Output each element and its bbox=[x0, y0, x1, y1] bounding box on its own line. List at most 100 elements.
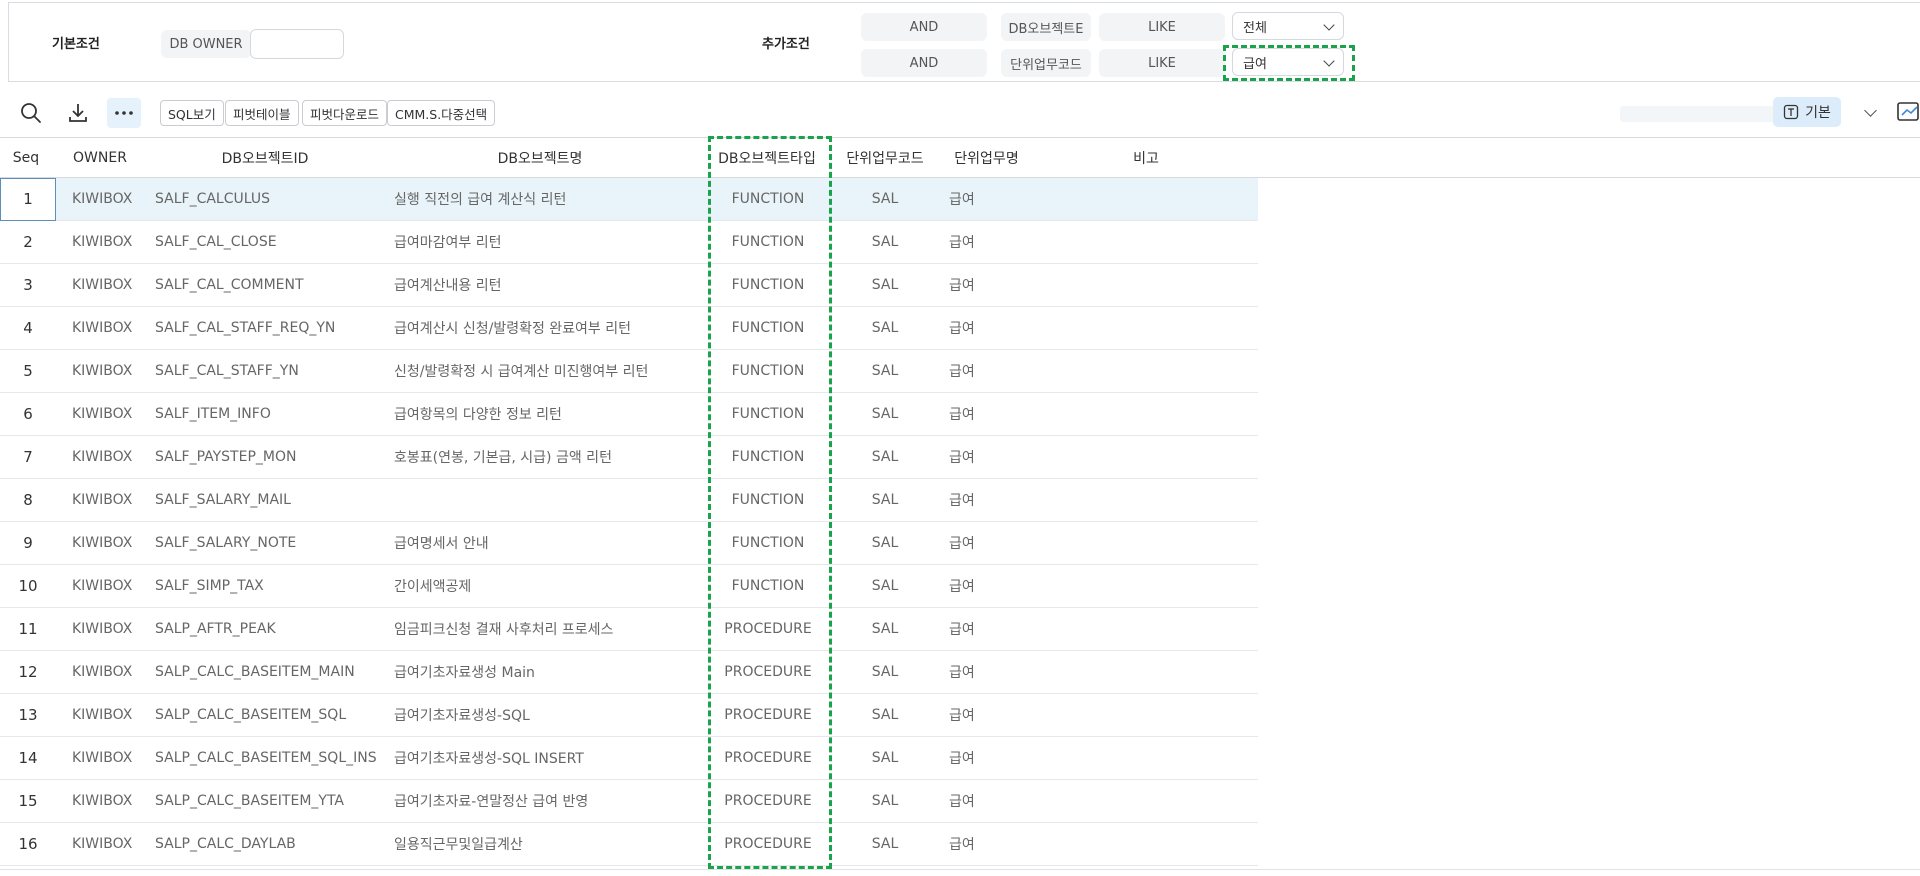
cell-note[interactable] bbox=[1100, 264, 1250, 306]
cell-owner[interactable]: KIWIBOX bbox=[72, 737, 152, 779]
cell-task-code[interactable]: SAL bbox=[835, 565, 935, 607]
cell-task-name[interactable]: 급여 bbox=[949, 393, 1029, 435]
cell-object-type[interactable]: FUNCTION bbox=[712, 393, 824, 435]
cell-object-id[interactable]: SALF_CAL_STAFF_REQ_YN bbox=[155, 307, 385, 349]
cell-object-type[interactable]: PROCEDURE bbox=[712, 651, 824, 693]
cell-object-id[interactable]: SALP_CALC_BASEITEM_MAIN bbox=[155, 651, 385, 693]
cell-object-name[interactable]: 급여기초자료생성-SQL bbox=[394, 694, 704, 736]
cell-note[interactable] bbox=[1100, 350, 1250, 392]
table-row[interactable]: 10 KIWIBOX SALF_SIMP_TAX 간이세액공제 FUNCTION SAL 급… bbox=[0, 565, 1258, 608]
cell-note[interactable] bbox=[1100, 479, 1250, 521]
cell-owner[interactable]: KIWIBOX bbox=[72, 694, 152, 736]
cell-note[interactable] bbox=[1100, 565, 1250, 607]
cell-object-name[interactable]: 급여명세서 안내 bbox=[394, 522, 704, 564]
cell-object-type[interactable]: FUNCTION bbox=[712, 436, 824, 478]
cell-object-type[interactable]: FUNCTION bbox=[712, 479, 824, 521]
condition-field-2[interactable]: 단위업무코드 bbox=[1001, 49, 1091, 77]
cell-owner[interactable]: KIWIBOX bbox=[72, 307, 152, 349]
cell-note[interactable] bbox=[1100, 737, 1250, 779]
cell-task-name[interactable]: 급여 bbox=[949, 823, 1029, 865]
cell-task-name[interactable]: 급여 bbox=[949, 479, 1029, 521]
cell-task-name[interactable]: 급여 bbox=[949, 694, 1029, 736]
cell-object-type[interactable]: FUNCTION bbox=[712, 178, 824, 220]
column-header-task-name[interactable]: 단위업무명 bbox=[944, 138, 1029, 178]
view-mode-button[interactable]: 기본 bbox=[1773, 97, 1841, 127]
cell-object-name[interactable]: 임금피크신청 결재 사후처리 프로세스 bbox=[394, 608, 704, 650]
cell-task-code[interactable]: SAL bbox=[835, 651, 935, 693]
more-icon[interactable] bbox=[107, 98, 141, 128]
pivot-download-button[interactable]: 피벗다운로드 bbox=[302, 100, 388, 126]
cell-object-id[interactable]: SALF_SIMP_TAX bbox=[155, 565, 385, 607]
condition-match-2[interactable]: LIKE bbox=[1099, 49, 1225, 77]
db-owner-input[interactable] bbox=[250, 29, 344, 59]
table-row[interactable]: 8 KIWIBOX SALF_SALARY_MAIL FUNCTION SAL 급여 bbox=[0, 479, 1258, 522]
cell-seq[interactable]: 13 bbox=[0, 694, 56, 736]
cell-task-code[interactable]: SAL bbox=[835, 221, 935, 263]
chart-icon[interactable] bbox=[1896, 100, 1920, 128]
cell-seq[interactable]: 14 bbox=[0, 737, 56, 779]
cell-object-type[interactable]: PROCEDURE bbox=[712, 608, 824, 650]
cell-note[interactable] bbox=[1100, 694, 1250, 736]
cell-object-id[interactable]: SALF_ITEM_INFO bbox=[155, 393, 385, 435]
cell-object-id[interactable]: SALP_CALC_BASEITEM_YTA bbox=[155, 780, 385, 822]
cell-object-id[interactable]: SALF_CALCULUS bbox=[155, 178, 385, 220]
table-row[interactable]: 4 KIWIBOX SALF_CAL_STAFF_REQ_YN 급여계산시 신청/발령… bbox=[0, 307, 1258, 350]
table-row[interactable]: 3 KIWIBOX SALF_CAL_COMMENT 급여계산내용 리턴 FUNCTIO… bbox=[0, 264, 1258, 307]
chevron-down-icon[interactable] bbox=[1864, 104, 1877, 117]
cell-object-id[interactable]: SALP_CALC_BASEITEM_SQL bbox=[155, 694, 385, 736]
cell-seq[interactable]: 7 bbox=[0, 436, 56, 478]
cell-note[interactable] bbox=[1100, 823, 1250, 865]
table-row[interactable]: 12 KIWIBOX SALP_CALC_BASEITEM_MAIN 급여기초자료생성… bbox=[0, 651, 1258, 694]
cell-object-name[interactable]: 간이세액공제 bbox=[394, 565, 704, 607]
condition-operator-2[interactable]: AND bbox=[861, 49, 987, 77]
cell-object-name[interactable]: 급여기초자료-연말정산 급여 반영 bbox=[394, 780, 704, 822]
search-icon[interactable] bbox=[14, 98, 48, 128]
cell-owner[interactable]: KIWIBOX bbox=[72, 780, 152, 822]
sql-view-button[interactable]: SQL보기 bbox=[160, 100, 224, 126]
cell-note[interactable] bbox=[1100, 221, 1250, 263]
table-row[interactable]: 2 KIWIBOX SALF_CAL_CLOSE 급여마감여부 리턴 FUNCTION S… bbox=[0, 221, 1258, 264]
cell-seq[interactable]: 11 bbox=[0, 608, 56, 650]
cell-owner[interactable]: KIWIBOX bbox=[72, 393, 152, 435]
cell-seq[interactable]: 5 bbox=[0, 350, 56, 392]
cell-note[interactable] bbox=[1100, 393, 1250, 435]
cell-task-name[interactable]: 급여 bbox=[949, 608, 1029, 650]
cell-object-id[interactable]: SALF_SALARY_MAIL bbox=[155, 479, 385, 521]
cell-owner[interactable]: KIWIBOX bbox=[72, 651, 152, 693]
cell-object-id[interactable]: SALP_AFTR_PEAK bbox=[155, 608, 385, 650]
condition-operator-1[interactable]: AND bbox=[861, 13, 987, 41]
cell-task-code[interactable]: SAL bbox=[835, 694, 935, 736]
table-row[interactable]: 15 KIWIBOX SALP_CALC_BASEITEM_YTA 급여기초자료-연말… bbox=[0, 780, 1258, 823]
condition-value-select-2[interactable]: 급여 bbox=[1232, 48, 1344, 76]
cell-object-type[interactable]: FUNCTION bbox=[712, 350, 824, 392]
cell-owner[interactable]: KIWIBOX bbox=[72, 350, 152, 392]
cell-task-name[interactable]: 급여 bbox=[949, 307, 1029, 349]
cell-owner[interactable]: KIWIBOX bbox=[72, 264, 152, 306]
cell-task-name[interactable]: 급여 bbox=[949, 178, 1029, 220]
cell-object-id[interactable]: SALF_CAL_STAFF_YN bbox=[155, 350, 385, 392]
column-header-object-name[interactable]: DB오브젝트명 bbox=[390, 138, 690, 178]
cell-object-id[interactable]: SALP_CALC_DAYLAB bbox=[155, 823, 385, 865]
cell-task-name[interactable]: 급여 bbox=[949, 436, 1029, 478]
cell-object-type[interactable]: FUNCTION bbox=[712, 264, 824, 306]
cell-object-name[interactable]: 급여기초자료생성-SQL INSERT bbox=[394, 737, 704, 779]
cell-object-type[interactable]: FUNCTION bbox=[712, 565, 824, 607]
cell-object-name[interactable]: 호봉표(연봉, 기본급, 시급) 금액 리턴 bbox=[394, 436, 704, 478]
cell-task-name[interactable]: 급여 bbox=[949, 221, 1029, 263]
column-header-object-id[interactable]: DB오브젝트ID bbox=[160, 138, 370, 178]
cell-seq[interactable]: 16 bbox=[0, 823, 56, 865]
cell-task-code[interactable]: SAL bbox=[835, 737, 935, 779]
cell-seq[interactable]: 6 bbox=[0, 393, 56, 435]
column-header-note[interactable]: 비고 bbox=[1100, 138, 1192, 178]
cell-note[interactable] bbox=[1100, 780, 1250, 822]
cell-object-name[interactable]: 급여마감여부 리턴 bbox=[394, 221, 704, 263]
table-row[interactable]: 11 KIWIBOX SALP_AFTR_PEAK 임금피크신청 결재 사후처리 프로… bbox=[0, 608, 1258, 651]
cell-owner[interactable]: KIWIBOX bbox=[72, 436, 152, 478]
quick-search-field[interactable] bbox=[1620, 106, 1775, 122]
cell-object-type[interactable]: FUNCTION bbox=[712, 522, 824, 564]
cell-task-name[interactable]: 급여 bbox=[949, 780, 1029, 822]
cell-task-code[interactable]: SAL bbox=[835, 178, 935, 220]
condition-field-1[interactable]: DB오브젝트E bbox=[1001, 13, 1091, 41]
cell-task-code[interactable]: SAL bbox=[835, 350, 935, 392]
column-header-object-type[interactable]: DB오브젝트타입 bbox=[712, 138, 822, 178]
